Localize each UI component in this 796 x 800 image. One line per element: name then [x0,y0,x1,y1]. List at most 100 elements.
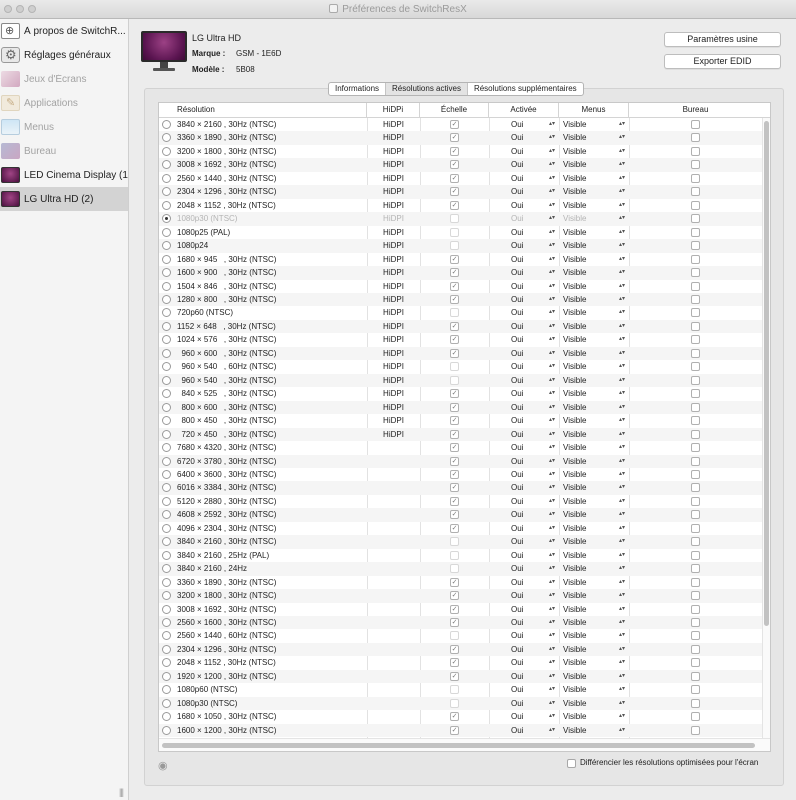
menus-updown-icon[interactable]: ▴▾ [619,603,625,616]
table-row[interactable]: 1600 × 900 , 30Hz (NTSC) HiDPI ✓ Oui ▴▾ Visib… [159,266,764,280]
menus-select[interactable]: Visible [563,495,586,508]
table-row[interactable]: 1024 × 576 , 30Hz (NTSC) HiDPI ✓ Oui ▴▾ Visib… [159,333,764,346]
menus-select[interactable]: Visible [563,199,586,212]
menus-select[interactable]: Visible [563,239,586,252]
table-row[interactable]: 960 × 540 , 30Hz (NTSC) HiDPI Oui ▴▾ Visible… [159,373,764,388]
menus-select[interactable]: Visible [563,710,586,723]
active-updown-icon[interactable]: ▴▾ [549,508,555,521]
menus-updown-icon[interactable]: ▴▾ [619,401,625,414]
active-updown-icon[interactable]: ▴▾ [549,253,555,266]
row-select-radio[interactable] [162,456,171,466]
menus-updown-icon[interactable]: ▴▾ [619,683,625,696]
menus-updown-icon[interactable]: ▴▾ [619,697,625,710]
menus-select[interactable]: Visible [563,535,586,548]
row-select-radio[interactable] [162,550,171,560]
menus-select[interactable]: Visible [563,522,586,535]
active-updown-icon[interactable]: ▴▾ [549,306,555,319]
horizontal-scroll-thumb[interactable] [162,743,755,748]
menus-select[interactable]: Visible [563,616,586,629]
active-updown-icon[interactable]: ▴▾ [549,333,555,346]
desktop-checkbox[interactable] [691,644,700,654]
table-row[interactable]: 800 × 600 , 30Hz (NTSC) HiDPI ✓ Oui ▴▾ Visibl… [159,400,764,415]
table-row[interactable]: 1080p25 (PAL) HiDPI Oui ▴▾ Visible ▴▾ [159,226,764,239]
desktop-checkbox[interactable] [691,523,700,533]
scale-checkbox[interactable] [450,537,459,547]
scale-checkbox[interactable]: ✓ [450,254,459,264]
horizontal-scrollbar[interactable] [159,738,770,751]
menus-updown-icon[interactable]: ▴▾ [619,428,625,441]
row-select-radio[interactable] [162,712,171,722]
active-select[interactable]: Oui [511,145,523,158]
menus-select[interactable]: Visible [563,508,586,521]
active-select[interactable]: Oui [511,199,523,212]
menus-select[interactable]: Visible [563,226,586,239]
scale-checkbox[interactable]: ✓ [450,200,459,210]
active-updown-icon[interactable]: ▴▾ [549,266,555,279]
sidebar-item-screen-sets[interactable]: Jeux d'Écrans [0,67,128,91]
table-row[interactable]: 3360 × 1890 , 30Hz (NTSC) ✓ Oui ▴▾ Visible ▴▾ [159,576,764,589]
desktop-checkbox[interactable] [691,389,700,399]
active-updown-icon[interactable]: ▴▾ [549,199,555,212]
desktop-checkbox[interactable] [691,416,700,426]
active-updown-icon[interactable]: ▴▾ [549,441,555,454]
active-updown-icon[interactable]: ▴▾ [549,562,555,575]
active-select[interactable]: Oui [511,710,523,723]
active-updown-icon[interactable]: ▴▾ [549,293,555,306]
menus-updown-icon[interactable]: ▴▾ [619,360,625,373]
scale-checkbox[interactable]: ✓ [450,725,459,735]
active-select[interactable]: Oui [511,293,523,306]
column-header-desktop[interactable]: Bureau [629,103,762,117]
row-select-radio[interactable] [162,173,171,183]
active-select[interactable]: Oui [511,576,523,589]
active-select[interactable]: Oui [511,535,523,548]
menus-select[interactable]: Visible [563,401,586,414]
active-updown-icon[interactable]: ▴▾ [549,360,555,373]
menus-select[interactable]: Visible [563,185,586,198]
active-select[interactable]: Oui [511,441,523,454]
sidebar-item-general-settings[interactable]: Réglages généraux [0,43,128,67]
table-row[interactable]: 4608 × 2592 , 30Hz (NTSC) ✓ Oui ▴▾ Visible ▴▾ [159,508,764,522]
active-select[interactable]: Oui [511,212,523,225]
row-select-radio[interactable] [162,160,171,170]
factory-settings-button[interactable]: Paramètres usine [664,32,781,47]
row-select-radio[interactable] [162,200,171,210]
active-updown-icon[interactable]: ▴▾ [549,414,555,427]
active-select[interactable]: Oui [511,616,523,629]
table-row[interactable]: 1280 × 800 , 30Hz (NTSC) HiDPI ✓ Oui ▴▾ Visib… [159,292,764,307]
desktop-checkbox[interactable] [691,591,700,601]
scale-checkbox[interactable]: ✓ [450,321,459,331]
table-row[interactable]: 2048 × 1152 , 30Hz (NTSC) ✓ Oui ▴▾ Visible ▴▾ [159,656,764,669]
menus-select[interactable]: Visible [563,158,586,171]
table-row[interactable]: 1080p30 (NTSC) HiDPI Oui ▴▾ Visible ▴▾ [159,212,764,226]
menus-updown-icon[interactable]: ▴▾ [619,670,625,683]
menus-updown-icon[interactable]: ▴▾ [619,508,625,521]
scale-checkbox[interactable]: ✓ [450,402,459,412]
row-select-radio[interactable] [162,214,171,224]
active-select[interactable]: Oui [511,508,523,521]
scale-checkbox[interactable]: ✓ [450,658,459,668]
menus-updown-icon[interactable]: ▴▾ [619,495,625,508]
scale-checkbox[interactable] [450,241,459,251]
menus-updown-icon[interactable]: ▴▾ [619,226,625,239]
menus-select[interactable]: Visible [563,293,586,306]
row-select-radio[interactable] [162,375,171,385]
table-row[interactable]: 3200 × 1800 , 30Hz (NTSC) ✓ Oui ▴▾ Visible ▴▾ [159,589,764,603]
scale-checkbox[interactable]: ✓ [450,173,459,183]
menus-select[interactable]: Visible [563,603,586,616]
active-select[interactable]: Oui [511,724,523,737]
scale-checkbox[interactable]: ✓ [450,268,459,278]
menus-updown-icon[interactable]: ▴▾ [619,199,625,212]
export-edid-button[interactable]: Exporter EDID [664,54,781,69]
table-row[interactable]: 2560 × 1600 , 30Hz (NTSC) ✓ Oui ▴▾ Visible ▴▾ [159,616,764,630]
row-select-radio[interactable] [162,389,171,399]
active-updown-icon[interactable]: ▴▾ [549,387,555,400]
menus-updown-icon[interactable]: ▴▾ [619,468,625,481]
active-updown-icon[interactable]: ▴▾ [549,468,555,481]
menus-updown-icon[interactable]: ▴▾ [619,347,625,360]
active-select[interactable]: Oui [511,683,523,696]
active-select[interactable]: Oui [511,401,523,414]
row-select-radio[interactable] [162,618,171,628]
table-row[interactable]: 1080p24 HiDPI Oui ▴▾ Visible ▴▾ [159,239,764,253]
menus-select[interactable]: Visible [563,414,586,427]
active-select[interactable]: Oui [511,589,523,602]
